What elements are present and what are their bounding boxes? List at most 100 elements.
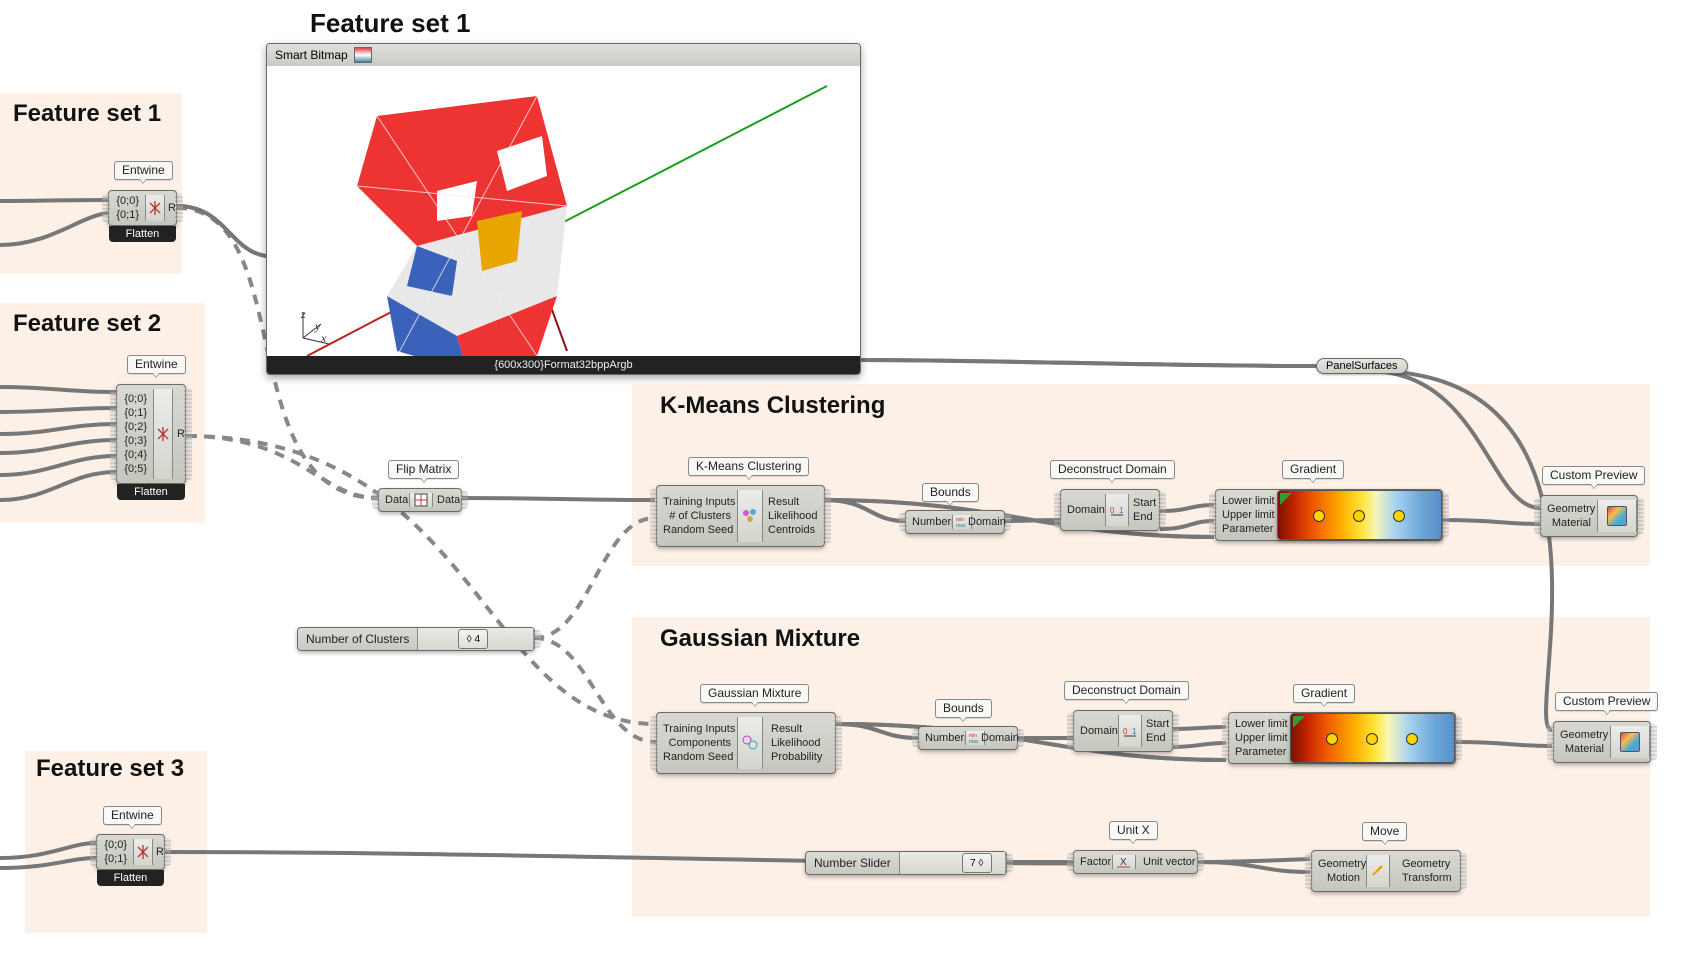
entwine3-out: R (150, 845, 164, 859)
label-flip: Flip Matrix (388, 460, 459, 479)
decon1-out1: End (1127, 510, 1159, 524)
label-gradient2: Gradient (1293, 684, 1355, 703)
matrix-icon (409, 493, 433, 507)
entwine2-in4: {0;4} (117, 448, 153, 462)
move-out1: Transform (1396, 871, 1460, 885)
label-bounds1: Bounds (922, 483, 979, 502)
entwine2-in0: {0;0} (117, 392, 153, 406)
bounds1-out: Domain (962, 515, 1004, 529)
decon2-in: Domain (1074, 724, 1118, 738)
bounds2[interactable]: Numbers minmax Domain (918, 726, 1018, 750)
svg-text:X: X (1120, 857, 1127, 868)
title-kmeans: K-Means Clustering (660, 392, 885, 420)
decon1-in: Domain (1061, 503, 1105, 517)
entwine3[interactable]: {0;0} {0;1} R Flatten (96, 834, 165, 870)
entwine1-out: R (162, 201, 176, 215)
gmm-in2: Random Seed (657, 750, 737, 764)
slider-numclusters-value: ◊ 4 (467, 634, 480, 645)
label-decon1: Deconstruct Domain (1050, 460, 1175, 479)
move[interactable]: Geometry Motion Geometry Transform (1311, 850, 1461, 892)
unitx[interactable]: Factor X Unit vector (1073, 850, 1198, 874)
gmm-comp[interactable]: Training Inputs Components Random Seed R… (656, 712, 836, 774)
label-decon2: Deconstruct Domain (1064, 681, 1189, 700)
unitx-icon: X (1112, 855, 1136, 869)
gradient2-in1: Upper limit (1229, 731, 1289, 745)
preview1-in0: Geometry (1541, 502, 1597, 516)
gmm-out1: Likelihood (765, 736, 835, 750)
move-in0: Geometry (1312, 857, 1366, 871)
move-out0: Geometry (1396, 857, 1460, 871)
bitmap-viewport: z y x (267, 66, 860, 356)
domain-icon: 01 (1105, 494, 1129, 526)
title-fs1-top: Feature set 1 (310, 8, 470, 39)
preview-icon (1597, 500, 1637, 532)
bounds2-out: Domain (975, 731, 1017, 745)
entwine2[interactable]: {0;0} {0;1} {0;2} {0;3} {0;4} {0;5} R Fl… (116, 384, 186, 484)
kmeans-comp[interactable]: Training Inputs # of Clusters Random See… (656, 485, 825, 547)
slider-number2-knob[interactable]: 7 ◊ (962, 853, 992, 873)
gradient2-in2: Parameter (1229, 745, 1289, 759)
bounds1-in: Numbers (906, 515, 952, 529)
entwine2-out: R (171, 427, 185, 441)
kmeans-out0: Result (762, 495, 824, 509)
bitmap-title: Smart Bitmap (275, 48, 348, 62)
preview2[interactable]: Geometry Material (1553, 721, 1651, 763)
title-gmm: Gaussian Mixture (660, 625, 860, 653)
domain-icon: 01 (1118, 715, 1142, 747)
label-unitx: Unit X (1109, 821, 1158, 840)
kmeans-in0: Training Inputs (657, 495, 737, 509)
preview2-in0: Geometry (1554, 728, 1610, 742)
panel-surfaces[interactable]: PanelSurfaces (1316, 358, 1408, 374)
flip-in: Data (379, 493, 409, 507)
bounds1[interactable]: Numbers minmax Domain (905, 510, 1005, 534)
gradient1-in1: Upper limit (1216, 508, 1276, 522)
gradient1-strip[interactable] (1277, 490, 1442, 540)
entwine1[interactable]: {0;0} {0;1} R Flatten (108, 190, 177, 226)
label-entwine2: Entwine (127, 355, 186, 374)
entwine2-in3: {0;3} (117, 434, 153, 448)
label-gradient1: Gradient (1282, 460, 1344, 479)
svg-text:1: 1 (1132, 727, 1137, 736)
axis-x: x (321, 331, 328, 346)
entwine3-in0: {0;0} (97, 838, 133, 852)
decon2-out0: Start (1140, 717, 1172, 731)
slider-numclusters[interactable]: Number of Clusters ◊ 4 (297, 627, 535, 651)
kmeans-out2: Centroids (762, 523, 824, 537)
label-entwine1: Entwine (114, 161, 173, 180)
label-gmm: Gaussian Mixture (700, 684, 809, 703)
smart-bitmap[interactable]: Smart Bitmap (266, 43, 861, 375)
decon2-out1: End (1140, 731, 1172, 745)
cluster-icon (737, 490, 763, 542)
decon2[interactable]: Domain 01 Start End (1073, 710, 1173, 752)
label-preview2: Custom Preview (1555, 692, 1658, 711)
gradient1-in0: Lower limit (1216, 494, 1276, 508)
decon1[interactable]: Domain 01 Start End (1060, 489, 1160, 531)
kmeans-out1: Likelihood (762, 509, 824, 523)
label-move: Move (1362, 822, 1407, 841)
kmeans-in1: # of Clusters (657, 509, 737, 523)
slider-number2[interactable]: Number Slider 7 ◊ (805, 851, 1007, 875)
bounds2-in: Numbers (919, 731, 965, 745)
axis-z: z (301, 307, 308, 322)
label-entwine3: Entwine (103, 806, 162, 825)
slider-number2-value: 7 ◊ (970, 858, 983, 869)
gmm-out2: Probability (765, 750, 835, 764)
gmm-in0: Training Inputs (657, 722, 737, 736)
flatten-tag-2: Flatten (117, 484, 185, 500)
slider-numclusters-label: Number of Clusters (298, 628, 418, 650)
preview-icon (1610, 726, 1650, 758)
svg-text:0: 0 (1110, 506, 1115, 515)
entwine1-in0: {0;0} (109, 194, 145, 208)
flip-matrix[interactable]: Data Data (378, 488, 462, 512)
title-fs2: Feature set 2 (13, 310, 161, 338)
entwine-icon (153, 389, 173, 479)
gmm-icon (737, 717, 763, 769)
slider-numclusters-knob[interactable]: ◊ 4 (458, 629, 488, 649)
label-preview1: Custom Preview (1542, 466, 1645, 485)
svg-text:1: 1 (1119, 506, 1124, 515)
gmm-out0: Result (765, 722, 835, 736)
gradient2-strip[interactable] (1290, 713, 1455, 763)
entwine3-in1: {0;1} (97, 852, 133, 866)
preview1[interactable]: Geometry Material (1540, 495, 1638, 537)
slider-number2-label: Number Slider (806, 852, 900, 874)
